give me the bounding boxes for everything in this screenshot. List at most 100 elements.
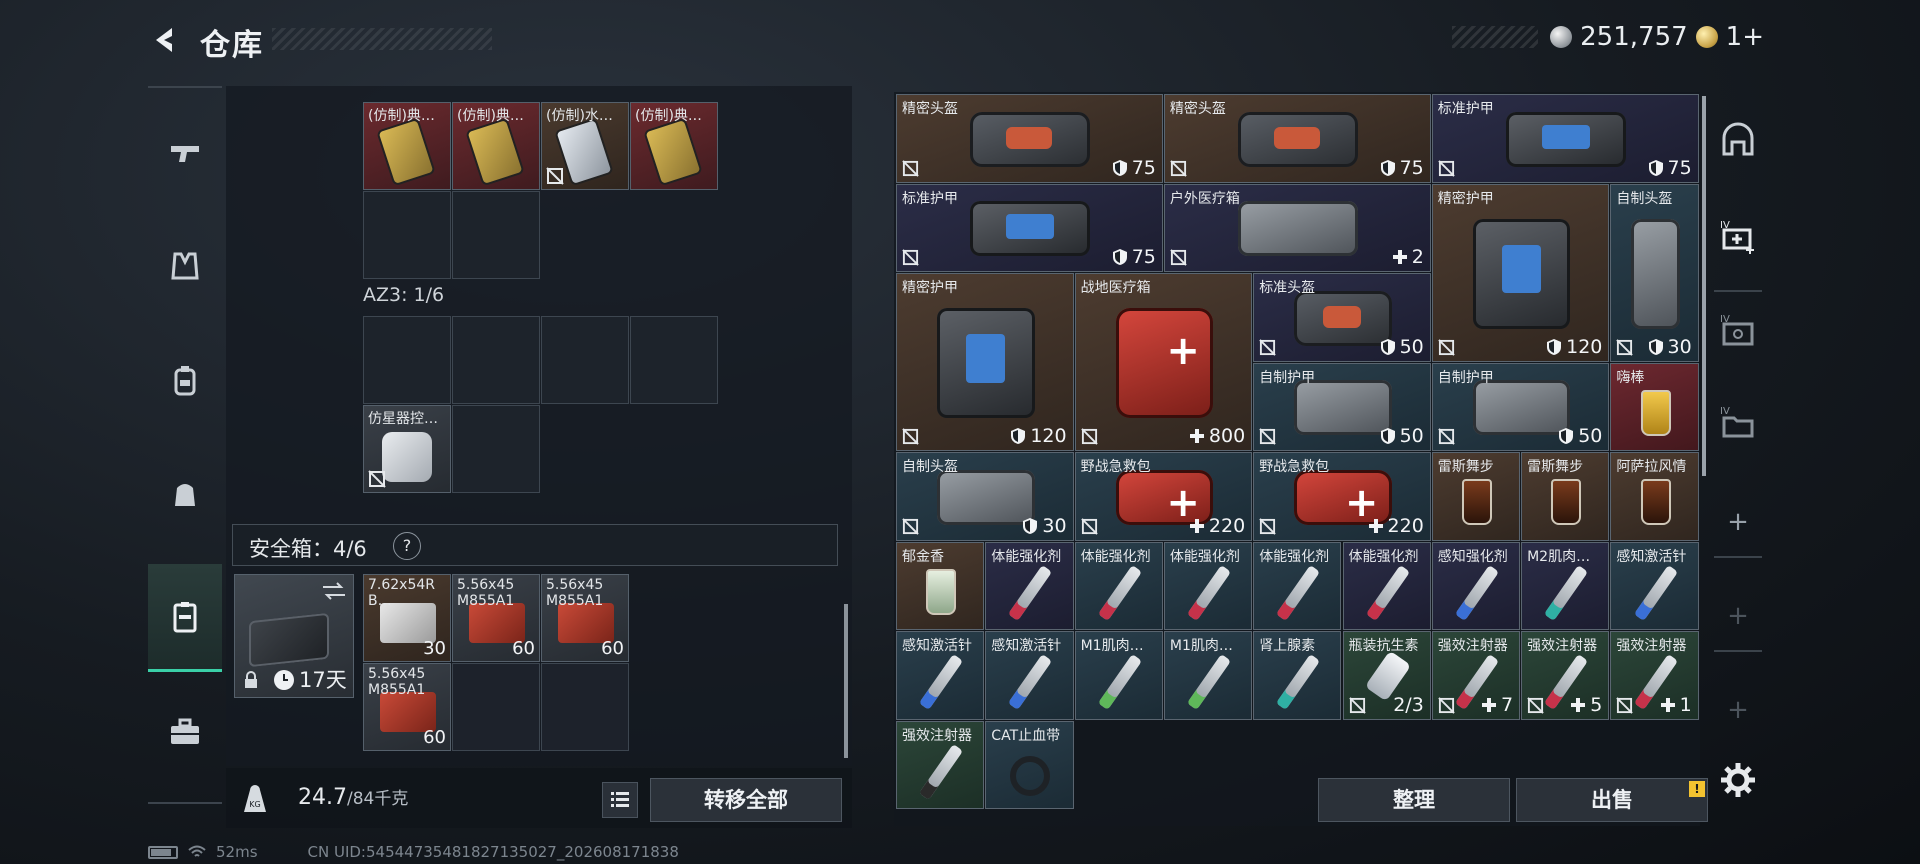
warehouse-item[interactable]: 瓶装抗生素 2/3 <box>1342 631 1431 720</box>
empty-slot[interactable] <box>363 316 451 404</box>
warehouse-item[interactable]: 感知激活针 <box>896 631 985 720</box>
user-id: CN UID:5454473548182713502​7_20260817183… <box>307 843 679 861</box>
empty-slot[interactable] <box>452 191 540 279</box>
warehouse-item[interactable]: 精密头盔 75 <box>896 94 1163 183</box>
tab-main-warehouse[interactable] <box>1714 116 1762 164</box>
warehouse-item[interactable]: 自制头盔 30 <box>896 452 1074 541</box>
settings-button[interactable] <box>1718 760 1758 800</box>
warehouse-item[interactable]: 阿萨拉风情 <box>1610 452 1699 541</box>
sort-button[interactable]: 整理 <box>1318 778 1510 822</box>
item-value: 75 <box>1648 157 1692 179</box>
empty-slot[interactable] <box>541 316 629 404</box>
empty-slot[interactable] <box>452 663 540 751</box>
empty-slot[interactable] <box>452 316 540 404</box>
warehouse-item[interactable]: 郁金香 <box>896 541 985 630</box>
warehouse-item[interactable]: 雷斯舞步 <box>1521 452 1610 541</box>
safe-ammo-item[interactable]: 5.56x45 M855A1 60 <box>452 574 540 662</box>
item-name: 战地医疗箱 <box>1080 280 1151 296</box>
page-title: 仓库 <box>200 28 264 63</box>
warehouse-item[interactable]: 自制护甲 50 <box>1253 362 1431 451</box>
help-button[interactable]: ? <box>393 532 421 560</box>
case-icon <box>249 612 329 668</box>
add-tab-button[interactable]: + <box>1714 686 1762 734</box>
warehouse-item[interactable]: 强效注射器 <box>896 720 985 809</box>
rig-item[interactable]: (仿制)典… <box>630 102 718 190</box>
warehouse-item[interactable]: 精密头盔 75 <box>1163 94 1431 183</box>
syringe-icon <box>1365 564 1410 621</box>
safe-ammo-item[interactable]: 5.56x45 M855A1 60 <box>363 663 451 751</box>
warehouse-item[interactable]: 强效注射器 5 <box>1521 631 1610 720</box>
warehouse-item[interactable]: 标准头盔 50 <box>1253 273 1431 362</box>
rail-armor[interactable] <box>148 212 222 320</box>
warehouse-item[interactable]: 自制头盔 30 <box>1610 183 1699 362</box>
add-tab-button[interactable]: + <box>1714 498 1762 546</box>
warehouse-item[interactable]: 雷斯舞步 <box>1431 452 1521 541</box>
rail-divider <box>148 802 222 804</box>
item-value: 75 <box>1112 246 1156 268</box>
rig-item[interactable]: (仿制)典… <box>363 102 451 190</box>
warehouse-item[interactable]: 体能强化剂 <box>1163 541 1253 630</box>
pack-icon <box>1631 218 1680 329</box>
empty-slot[interactable] <box>630 316 718 404</box>
safe-case[interactable]: 17天 <box>234 574 354 698</box>
safe-box-header: 安全箱：4/6 ? <box>232 524 838 566</box>
warehouse-item[interactable]: M2肌肉… <box>1521 541 1610 630</box>
wifi-icon <box>188 845 206 857</box>
item-name: 自制头盔 <box>1616 190 1673 207</box>
rail-backpack[interactable] <box>148 326 222 434</box>
warehouse-scrollbar[interactable] <box>1702 96 1706 476</box>
toolbox-icon <box>171 718 199 744</box>
rail-weapons[interactable] <box>148 98 222 206</box>
empty-slot[interactable] <box>363 191 451 279</box>
transfer-all-button[interactable]: 转移全部 <box>650 778 842 822</box>
item-name: 体能强化剂 <box>991 548 1062 565</box>
warehouse-item[interactable]: 体能强化剂 <box>1253 541 1342 630</box>
warehouse-item[interactable]: 自制护甲 50 <box>1431 362 1610 451</box>
az3-item[interactable]: 仿星器控… <box>363 405 451 493</box>
warehouse-item[interactable]: M1肌肉… <box>1074 631 1163 720</box>
safe-ammo-item[interactable]: 7.62x54R B… 30 <box>363 574 451 662</box>
warehouse-item[interactable]: 精密护甲 120 <box>896 273 1074 451</box>
rail-safe-box[interactable] <box>148 564 222 672</box>
item-value: 50 <box>1380 336 1424 358</box>
warehouse-item[interactable]: 感知强化剂 <box>1431 541 1521 630</box>
back-button[interactable] <box>146 22 186 58</box>
rig-item[interactable]: (仿制)典… <box>452 102 540 190</box>
sell-button[interactable]: 出售 ! <box>1516 778 1708 822</box>
rail-toolbox[interactable] <box>148 678 222 786</box>
warehouse-item[interactable]: 肾上腺素 <box>1253 631 1342 720</box>
warehouse-item[interactable]: M1肌肉… <box>1163 631 1253 720</box>
tab-expansion-4[interactable]: IV <box>1714 212 1762 260</box>
warehouse-item[interactable]: 体能强化剂 <box>1074 541 1163 630</box>
warehouse-item[interactable]: 户外医疗箱 2 <box>1163 183 1431 272</box>
empty-slot[interactable] <box>452 405 540 493</box>
warehouse-item[interactable]: 强效注射器 7 <box>1431 631 1521 720</box>
empty-slot[interactable] <box>541 663 629 751</box>
warehouse-item[interactable]: 标准护甲 75 <box>896 183 1163 272</box>
warehouse-item[interactable]: 强效注射器 1 <box>1610 631 1699 720</box>
warehouse-item[interactable]: 体能强化剂 <box>1342 541 1431 630</box>
warehouse-item[interactable]: 感知激活针 <box>1610 541 1699 630</box>
warehouse-item[interactable]: CAT止血带 <box>985 720 1074 809</box>
rig-item[interactable]: (仿制)水… <box>541 102 629 190</box>
warehouse-item[interactable]: 战地医疗箱 800 <box>1074 273 1253 451</box>
premium-amount[interactable]: 1+ <box>1726 22 1764 52</box>
gear-icon <box>1721 763 1755 797</box>
warehouse-item[interactable]: 精密护甲 120 <box>1431 183 1610 362</box>
left-scrollbar[interactable] <box>844 604 848 758</box>
back-arrow-icon <box>156 28 172 52</box>
list-view-button[interactable] <box>602 782 638 818</box>
warehouse-item[interactable]: 标准护甲 75 <box>1431 94 1699 183</box>
rail-bag[interactable] <box>148 440 222 548</box>
add-tab-button[interactable]: + <box>1714 592 1762 640</box>
warehouse-item[interactable]: 体能强化剂 <box>985 541 1074 630</box>
item-name: 雷斯舞步 <box>1437 459 1494 475</box>
safe-ammo-item[interactable]: 5.56x45 M855A1 60 <box>541 574 629 662</box>
warehouse-item[interactable]: 嗨棒 <box>1610 362 1699 451</box>
warehouse-item[interactable]: 野战急救包 220 <box>1253 452 1431 541</box>
warehouse-item[interactable]: 野战急救包 220 <box>1074 452 1253 541</box>
tab-expansion-4b[interactable]: IV <box>1714 306 1762 354</box>
warehouse-item[interactable]: 感知激活针 <box>985 631 1074 720</box>
item-value-text: 75 <box>1399 156 1424 179</box>
tab-expansion-4c[interactable]: IV <box>1714 398 1762 446</box>
